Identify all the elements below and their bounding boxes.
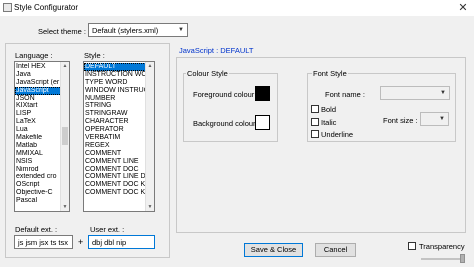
colour-style-group: [183, 73, 278, 142]
bold-checkbox[interactable]: [311, 105, 319, 113]
language-list-item[interactable]: JavaScript: [15, 86, 62, 95]
style-list-item[interactable]: COMMENT: [84, 150, 146, 158]
default-ext-value: js jsm jsx ts tsx: [18, 238, 68, 247]
language-list-item[interactable]: Nimrod: [15, 166, 62, 174]
style-list-item[interactable]: COMMENT DOC: [84, 166, 146, 174]
font-size-label: Font size :: [383, 116, 418, 125]
language-list-item[interactable]: OScript: [15, 181, 62, 189]
background-label: Background colour: [193, 119, 256, 128]
scroll-up-icon[interactable]: ▲: [146, 62, 154, 70]
style-list-item[interactable]: INSTRUCTION WORD: [84, 71, 146, 79]
style-list-item[interactable]: STRING: [84, 102, 146, 110]
language-list-item[interactable]: NSIS: [15, 158, 62, 166]
theme-select[interactable]: Default (stylers.xml) ▼: [88, 23, 188, 37]
cancel-button[interactable]: Cancel: [315, 243, 356, 257]
background-color-swatch[interactable]: [255, 115, 270, 130]
language-list[interactable]: Intel HEX Java JavaScript (er JavaScript JSO…: [14, 61, 70, 212]
foreground-color-swatch[interactable]: [255, 86, 270, 101]
transparency-slider-thumb[interactable]: [460, 254, 465, 263]
theme-value: Default (stylers.xml): [92, 26, 159, 35]
language-list-item[interactable]: MMIXAL: [15, 150, 62, 158]
style-list-item[interactable]: CHARACTER: [84, 118, 146, 126]
font-size-select[interactable]: ▼: [420, 112, 449, 126]
style-list-item[interactable]: NUMBER: [84, 95, 146, 103]
foreground-label: Foreground colour: [193, 90, 255, 99]
font-style-legend: Font Style: [312, 69, 348, 78]
style-list-item[interactable]: VERBATIM: [84, 134, 146, 142]
chevron-down-icon: ▼: [439, 116, 445, 122]
language-list-item[interactable]: LISP: [15, 110, 62, 118]
style-list-item[interactable]: TYPE WORD: [84, 79, 146, 87]
window-title: Style Configurator: [14, 3, 79, 12]
save-close-button[interactable]: Save & Close: [244, 243, 303, 257]
default-ext-field: js jsm jsx ts tsx: [14, 235, 73, 249]
language-list-item[interactable]: KIXtart: [15, 102, 62, 110]
plus-sign: +: [78, 237, 84, 247]
language-list-item[interactable]: LaTeX: [15, 118, 62, 126]
style-list[interactable]: DEFAULTINSTRUCTION WORDTYPE WORDWINDOW I…: [83, 61, 155, 212]
default-ext-label: Default ext. :: [15, 225, 58, 234]
style-list-item[interactable]: REGEX: [84, 142, 146, 150]
italic-checkbox[interactable]: [311, 118, 319, 126]
app-icon: [3, 3, 12, 12]
italic-label: Italic: [321, 118, 337, 127]
underline-label: Underline: [321, 130, 354, 139]
font-name-select[interactable]: ▼: [380, 86, 450, 100]
language-list-item[interactable]: JSON: [15, 95, 62, 103]
font-name-label: Font name :: [325, 90, 366, 99]
style-list-item[interactable]: WINDOW INSTRUCTI: [84, 87, 146, 95]
style-list-item[interactable]: COMMENT LINE: [84, 158, 146, 166]
style-list-item[interactable]: COMMENT DOC KEYW: [84, 189, 146, 197]
colour-style-legend: Colour Style: [186, 69, 229, 78]
language-list-item[interactable]: Pascal: [15, 197, 62, 205]
language-label: Language :: [15, 51, 53, 60]
scroll-down-icon[interactable]: ▼: [146, 203, 154, 211]
language-list-item[interactable]: Matlab: [15, 142, 62, 150]
style-scrollbar[interactable]: ▲ ▼: [145, 62, 154, 211]
style-list-item[interactable]: DEFAULT: [84, 63, 146, 71]
chevron-down-icon: ▼: [440, 90, 446, 96]
language-list-item[interactable]: Objective-C: [15, 189, 62, 197]
language-list-item[interactable]: JavaScript (er: [15, 79, 62, 87]
language-list-item[interactable]: extended cro: [15, 173, 62, 181]
language-list-item[interactable]: Java: [15, 71, 62, 79]
scroll-thumb[interactable]: [62, 127, 68, 145]
style-title: JavaScript : DEFAULT: [179, 46, 254, 55]
style-list-item[interactable]: COMMENT DOC KEYW: [84, 181, 146, 189]
scroll-down-icon[interactable]: ▼: [61, 203, 69, 211]
language-list-item[interactable]: Lua: [15, 126, 62, 134]
language-list-item[interactable]: Intel HEX: [15, 63, 62, 71]
underline-checkbox[interactable]: [311, 130, 319, 138]
bold-label: Bold: [321, 105, 337, 114]
close-icon[interactable]: ✕: [456, 1, 470, 15]
theme-label: Select theme :: [38, 27, 86, 36]
user-ext-label: User ext. :: [90, 225, 125, 234]
language-list-item[interactable]: Makefile: [15, 134, 62, 142]
style-list-item[interactable]: OPERATOR: [84, 126, 146, 134]
transparency-label: Transparency: [419, 242, 465, 251]
style-list-item[interactable]: STRINGRAW: [84, 110, 146, 118]
style-label: Style :: [84, 51, 105, 60]
style-list-item[interactable]: COMMENT LINE DOC: [84, 173, 146, 181]
user-ext-input[interactable]: dbj dbl nip: [88, 235, 155, 249]
transparency-slider[interactable]: [421, 258, 465, 260]
language-scrollbar[interactable]: ▲ ▼: [60, 62, 69, 211]
user-ext-value: dbj dbl nip: [92, 238, 127, 247]
scroll-up-icon[interactable]: ▲: [61, 62, 69, 70]
chevron-down-icon: ▼: [178, 27, 184, 33]
transparency-checkbox[interactable]: [408, 242, 416, 250]
